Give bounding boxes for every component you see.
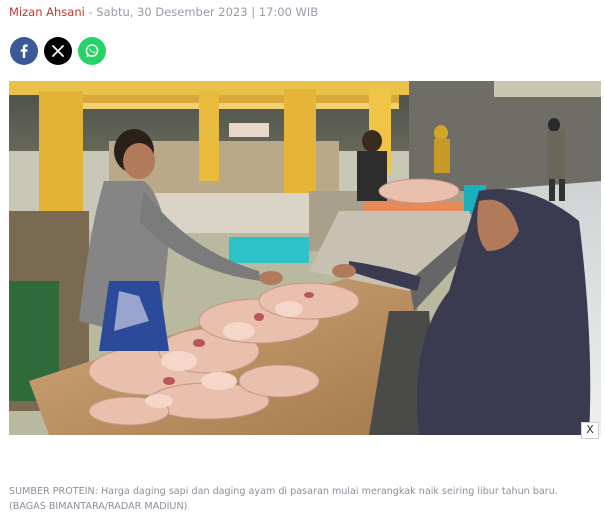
share-bar	[10, 37, 106, 65]
whatsapp-icon	[85, 44, 99, 58]
share-x-button[interactable]	[44, 37, 72, 65]
author-link[interactable]: Mizan Ahsani	[9, 5, 85, 19]
x-icon	[52, 45, 64, 57]
photo-caption: SUMBER PROTEIN: Harga daging sapi dan da…	[9, 484, 601, 514]
caption-text: SUMBER PROTEIN: Harga daging sapi dan da…	[9, 486, 558, 497]
ad-close-button[interactable]: X	[581, 422, 599, 439]
publish-date: Sabtu, 30 Desember 2023 | 17:00 WIB	[96, 5, 319, 19]
share-whatsapp-button[interactable]	[78, 37, 106, 65]
byline-separator: -	[84, 5, 97, 19]
facebook-icon	[20, 44, 28, 58]
article-byline: Mizan Ahsani - Sabtu, 30 Desember 2023 |…	[9, 5, 318, 19]
share-facebook-button[interactable]	[10, 37, 38, 65]
caption-credit: (BAGAS BIMANTARA/RADAR MADIUN)	[9, 501, 188, 512]
article-photo	[9, 81, 601, 435]
